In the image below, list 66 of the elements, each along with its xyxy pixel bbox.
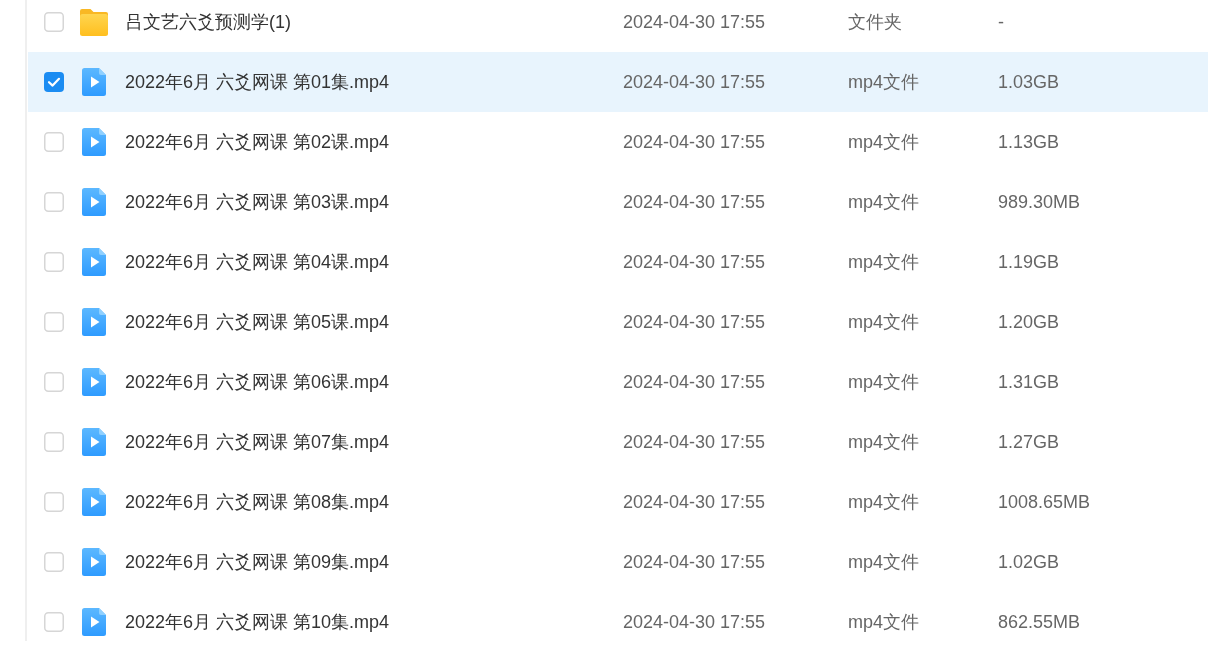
file-type: mp4文件 bbox=[848, 551, 919, 574]
file-type: mp4文件 bbox=[848, 71, 919, 94]
video-file-icon bbox=[82, 68, 106, 96]
modified-time: 2024-04-30 17:55 bbox=[623, 71, 766, 93]
checkbox[interactable] bbox=[44, 252, 64, 272]
checkbox[interactable] bbox=[44, 432, 64, 452]
file-type: mp4文件 bbox=[848, 251, 919, 274]
file-size: 989.30MB bbox=[998, 191, 1081, 213]
modified-time: 2024-04-30 17:55 bbox=[623, 311, 766, 333]
file-type: mp4文件 bbox=[848, 431, 919, 454]
file-size: 862.55MB bbox=[998, 611, 1081, 633]
checkbox[interactable] bbox=[44, 72, 64, 92]
checkbox[interactable] bbox=[44, 192, 64, 212]
checkbox[interactable] bbox=[44, 492, 64, 512]
checkbox[interactable] bbox=[44, 312, 64, 332]
modified-time: 2024-04-30 17:55 bbox=[623, 191, 766, 213]
video-file-icon bbox=[82, 308, 106, 336]
file-name[interactable]: 2022年6月 六爻网课 第05课.mp4 bbox=[125, 310, 390, 334]
file-type: 文件夹 bbox=[848, 11, 902, 34]
file-type: mp4文件 bbox=[848, 491, 919, 514]
checkbox[interactable] bbox=[44, 12, 64, 32]
file-size: 1.20GB bbox=[998, 311, 1060, 333]
modified-time: 2024-04-30 17:55 bbox=[623, 431, 766, 453]
file-size: 1.31GB bbox=[998, 371, 1060, 393]
video-file-icon bbox=[82, 608, 106, 636]
file-name[interactable]: 2022年6月 六爻网课 第06课.mp4 bbox=[125, 370, 390, 394]
file-name[interactable]: 吕文艺六爻预测学(1) bbox=[125, 10, 291, 34]
video-file-icon bbox=[82, 428, 106, 456]
file-size: 1.13GB bbox=[998, 131, 1060, 153]
file-size: 1.02GB bbox=[998, 551, 1060, 573]
modified-time: 2024-04-30 17:55 bbox=[623, 131, 766, 153]
modified-time: 2024-04-30 17:55 bbox=[623, 491, 766, 513]
modified-time: 2024-04-30 17:55 bbox=[623, 371, 766, 393]
file-name[interactable]: 2022年6月 六爻网课 第10集.mp4 bbox=[125, 610, 390, 634]
file-type: mp4文件 bbox=[848, 371, 919, 394]
video-file-icon bbox=[82, 128, 106, 156]
file-name[interactable]: 2022年6月 六爻网课 第07集.mp4 bbox=[125, 430, 390, 454]
file-size: 1.27GB bbox=[998, 431, 1060, 453]
file-name[interactable]: 2022年6月 六爻网课 第03课.mp4 bbox=[125, 190, 390, 214]
file-name[interactable]: 2022年6月 六爻网课 第02课.mp4 bbox=[125, 130, 390, 154]
file-type: mp4文件 bbox=[848, 611, 919, 634]
modified-time: 2024-04-30 17:55 bbox=[623, 611, 766, 633]
video-file-icon bbox=[82, 188, 106, 216]
modified-time: 2024-04-30 17:55 bbox=[623, 251, 766, 273]
video-file-icon bbox=[82, 488, 106, 516]
checkbox[interactable] bbox=[44, 372, 64, 392]
video-file-icon bbox=[82, 548, 106, 576]
file-type: mp4文件 bbox=[848, 131, 919, 154]
file-size: 1.03GB bbox=[998, 71, 1060, 93]
checkbox[interactable] bbox=[44, 612, 64, 632]
video-file-icon bbox=[82, 368, 106, 396]
file-size: 1.19GB bbox=[998, 251, 1060, 273]
file-type: mp4文件 bbox=[848, 311, 919, 334]
file-name[interactable]: 2022年6月 六爻网课 第08集.mp4 bbox=[125, 490, 390, 514]
file-name[interactable]: 2022年6月 六爻网课 第04课.mp4 bbox=[125, 250, 390, 274]
modified-time: 2024-04-30 17:55 bbox=[623, 11, 766, 33]
folder-icon bbox=[80, 8, 108, 36]
modified-time: 2024-04-30 17:55 bbox=[623, 551, 766, 573]
video-file-icon bbox=[82, 248, 106, 276]
file-type: mp4文件 bbox=[848, 191, 919, 214]
file-size: 1008.65MB bbox=[998, 491, 1091, 513]
checkbox[interactable] bbox=[44, 132, 64, 152]
file-name[interactable]: 2022年6月 六爻网课 第01集.mp4 bbox=[125, 70, 390, 94]
checkbox[interactable] bbox=[44, 552, 64, 572]
file-size: - bbox=[998, 11, 1004, 33]
file-name[interactable]: 2022年6月 六爻网课 第09集.mp4 bbox=[125, 550, 390, 574]
